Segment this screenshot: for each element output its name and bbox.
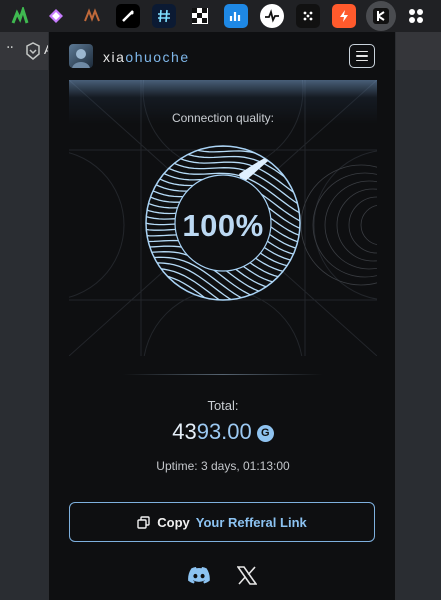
purple-diamond-ext-icon[interactable] <box>44 4 68 28</box>
menu-button[interactable] <box>349 44 375 68</box>
menu-line-icon <box>356 55 368 57</box>
pulse-ext-icon[interactable] <box>260 4 284 28</box>
username: xiaohuoche <box>103 49 190 65</box>
menu-line-icon <box>356 50 368 53</box>
x-icon[interactable] <box>235 564 259 586</box>
hash-ext-icon[interactable] <box>152 4 176 28</box>
puzzle-ext-icon[interactable] <box>404 4 428 28</box>
green-chart-ext-icon[interactable] <box>8 4 32 28</box>
checker-ext-icon[interactable] <box>188 4 212 28</box>
copy-prefix: Copy <box>157 514 190 530</box>
menu-line-icon <box>356 59 368 62</box>
black-wand-ext-icon[interactable] <box>116 4 140 28</box>
bookmark-favicon-icon[interactable] <box>24 42 42 60</box>
divider <box>123 374 323 375</box>
brown-wave-ext-icon[interactable] <box>80 4 104 28</box>
quality-percent: 100% <box>182 208 264 243</box>
total-value-rest: 93.00 <box>196 419 252 444</box>
connection-hero: Connection quality: 100% <box>69 80 377 356</box>
avatar <box>69 44 93 68</box>
discord-icon[interactable] <box>187 564 211 586</box>
copy-icon <box>137 515 151 529</box>
total-value: 4393.00 <box>172 419 252 445</box>
browser-extension-toolbar <box>0 0 441 32</box>
total-value-lead: 43 <box>172 419 197 444</box>
grass-ext-icon[interactable] <box>366 1 396 31</box>
connection-quality-label: Connection quality: <box>171 111 275 125</box>
total-value-row: 4393.00 G <box>49 419 395 445</box>
extension-popup: xiaohuoche Connection quality: 100% Tota… <box>48 32 396 600</box>
total-label: Total: <box>207 398 239 413</box>
blue-chart-ext-icon[interactable] <box>224 4 248 28</box>
username-prefix: xia <box>103 49 126 65</box>
username-highlight: ohuoche <box>125 49 190 65</box>
coin-icon: G <box>256 424 274 442</box>
popup-header: xiaohuoche <box>49 32 395 80</box>
bookmark-overflow-icon[interactable]: ·· <box>6 40 14 56</box>
copy-referral-accent: Your Refferal Link <box>195 514 307 530</box>
dots-ext-icon[interactable] <box>296 4 320 28</box>
uptime-text: Uptime: 3 days, 01:13:00 <box>156 459 290 473</box>
orange-bolt-ext-icon[interactable] <box>332 4 356 28</box>
copy-referral-link-button[interactable]: Copy Your Refferal Link <box>69 502 375 542</box>
